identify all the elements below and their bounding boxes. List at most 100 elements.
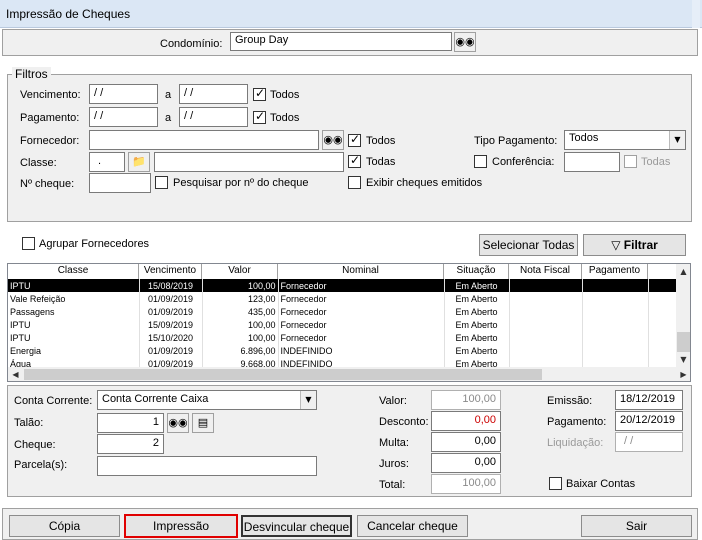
tipo-pagamento-label: Tipo Pagamento:: [474, 135, 558, 147]
col-header-valor[interactable]: Valor: [202, 264, 278, 279]
condominio-input[interactable]: Group Day: [230, 32, 452, 51]
classe-code-input[interactable]: .: [89, 152, 125, 172]
desvincular-cheque-button[interactable]: Desvincular cheque: [241, 515, 352, 537]
col-header-pagamento[interactable]: Pagamento: [582, 264, 648, 279]
action-bar: Cópia Impressão Desvincular cheque Cance…: [2, 508, 698, 540]
vencimento-label: Vencimento:: [20, 89, 81, 101]
grid-horizontal-scrollbar[interactable]: ◀ ▶: [8, 367, 690, 381]
talao-input[interactable]: 1: [97, 413, 164, 433]
scroll-down-icon[interactable]: ▼: [676, 352, 690, 367]
table-row[interactable]: Passagens 01/09/2019 435,00 Fornecedor Em Ab…: [8, 305, 676, 318]
sair-button[interactable]: Sair: [581, 515, 692, 537]
pagamento-from-input[interactable]: / /: [89, 107, 158, 127]
classe-name-input[interactable]: [154, 152, 344, 172]
table-row[interactable]: Água 01/09/2019 9.668,00 INDEFINIDO Em Abert…: [8, 357, 676, 367]
pagamento-todos-checkbox[interactable]: [253, 109, 266, 124]
classe-todas-checkbox[interactable]: [348, 153, 361, 168]
cheques-grid[interactable]: Classe Vencimento Valor Nominal Situação…: [7, 263, 691, 382]
table-row[interactable]: IPTU 15/10/2020 100,00 Fornecedor Em Aberto: [8, 331, 676, 344]
scroll-left-icon[interactable]: ◀: [8, 367, 23, 381]
col-header-nominal[interactable]: Nominal: [278, 264, 444, 279]
agrupar-fornecedores-label: Agrupar Fornecedores: [39, 238, 150, 250]
parcelas-label: Parcela(s):: [14, 459, 68, 471]
conferencia-checkbox[interactable]: [474, 155, 487, 168]
chevron-down-icon[interactable]: ▼: [669, 131, 685, 149]
numero-cheque-input[interactable]: [89, 173, 151, 193]
grid-vertical-scrollbar[interactable]: ▲ ▼: [676, 264, 690, 367]
selecionar-todas-button[interactable]: Selecionar Todas: [479, 234, 578, 256]
conferencia-todas-checkbox[interactable]: [624, 155, 637, 168]
col-header-vencimento[interactable]: Vencimento: [139, 264, 202, 279]
talao-details-icon[interactable]: ▤: [192, 413, 214, 433]
juros-input[interactable]: 0,00: [431, 453, 501, 473]
col-header-classe[interactable]: Classe: [8, 264, 139, 279]
table-cell: [582, 331, 649, 344]
folder-icon[interactable]: 📁: [128, 152, 150, 172]
title-bar: Impressão de Cheques: [0, 0, 702, 28]
tipo-pagamento-value: Todos: [569, 132, 599, 144]
table-cell: Vale Refeição: [8, 292, 140, 305]
exibir-emitidos-checkbox[interactable]: [348, 176, 361, 189]
table-row[interactable]: Vale Refeição 01/09/2019 123,00 Fornecedor E…: [8, 292, 676, 305]
condominio-panel: Condomínio: Group Day ◉◉: [2, 29, 698, 56]
col-header-nota-fiscal[interactable]: Nota Fiscal: [509, 264, 582, 279]
fornecedor-label: Fornecedor:: [20, 135, 80, 147]
conferencia-input[interactable]: [564, 152, 620, 172]
pagamento-date-label: Pagamento:: [547, 416, 607, 428]
valor-label: Valor:: [379, 395, 407, 407]
pesquisar-cheque-checkbox[interactable]: [155, 176, 168, 189]
table-cell: 100,00: [202, 331, 279, 344]
table-cell: 435,00: [202, 305, 279, 318]
filtrar-label: Filtrar: [623, 238, 658, 252]
vencimento-to-input[interactable]: / /: [179, 84, 248, 104]
copia-button[interactable]: Cópia: [9, 515, 120, 537]
table-cell: IPTU: [8, 318, 140, 331]
vencimento-from-input[interactable]: / /: [89, 84, 158, 104]
scroll-right-icon[interactable]: ▶: [676, 367, 690, 381]
table-row[interactable]: IPTU 15/09/2019 100,00 Fornecedor Em Aberto: [8, 318, 676, 331]
multa-input[interactable]: 0,00: [431, 432, 501, 452]
cheque-details-panel: Conta Corrente: Conta Corrente Caixa ▼ T…: [7, 385, 692, 497]
fornecedor-todos-checkbox[interactable]: [348, 132, 361, 147]
impressao-button[interactable]: Impressão: [124, 514, 238, 538]
tipo-pagamento-select[interactable]: Todos ▼: [564, 130, 686, 150]
table-cell: [582, 279, 649, 292]
juros-label: Juros:: [379, 458, 409, 470]
table-row[interactable]: IPTU 15/08/2019 100,00 Fornecedor Em Aberto: [8, 279, 676, 292]
chevron-down-icon[interactable]: ▼: [300, 391, 316, 409]
pagamento-to-input[interactable]: / /: [179, 107, 248, 127]
cancelar-cheque-button[interactable]: Cancelar cheque: [357, 515, 468, 537]
table-cell: [582, 318, 649, 331]
pagamento-todos-label: Todos: [270, 112, 300, 124]
table-cell: [509, 331, 583, 344]
talao-label: Talão:: [14, 417, 44, 429]
vencimento-todos-checkbox[interactable]: [253, 86, 266, 101]
baixar-contas-checkbox[interactable]: [549, 477, 562, 490]
filtrar-button[interactable]: ▽ Filtrar: [583, 234, 686, 256]
fornecedor-input[interactable]: [89, 130, 319, 150]
col-header-situacao[interactable]: Situação: [444, 264, 509, 279]
grid-table: IPTU 15/08/2019 100,00 Fornecedor Em Aberto V…: [8, 279, 676, 367]
table-cell: [509, 279, 583, 292]
table-cell: Em Aberto: [444, 305, 510, 318]
fornecedor-search-icon[interactable]: ◉◉: [322, 130, 344, 150]
grid-horizontal-thumb[interactable]: [24, 369, 542, 380]
numero-cheque-label: Nº cheque:: [20, 178, 75, 190]
table-row[interactable]: Energia 01/09/2019 6.896,00 INDEFINIDO Em Ab…: [8, 344, 676, 357]
col-header-filler: [648, 264, 676, 279]
scroll-up-icon[interactable]: ▲: [676, 264, 690, 279]
grid-vertical-thumb[interactable]: [677, 332, 690, 352]
talao-search-icon[interactable]: ◉◉: [167, 413, 189, 433]
table-cell: [509, 344, 583, 357]
conta-corrente-select[interactable]: Conta Corrente Caixa ▼: [97, 390, 317, 410]
parcelas-input[interactable]: [97, 456, 317, 476]
agrupar-fornecedores-checkbox[interactable]: [22, 237, 35, 250]
pagamento-date-input[interactable]: 20/12/2019: [615, 411, 683, 431]
emissao-input[interactable]: 18/12/2019: [615, 390, 683, 410]
table-cell: 01/09/2019: [139, 357, 203, 367]
table-cell: IPTU: [8, 279, 140, 292]
binoculars-icon[interactable]: ◉◉: [454, 32, 476, 52]
desconto-input[interactable]: 0,00: [431, 411, 501, 431]
cheque-input[interactable]: 2: [97, 434, 164, 454]
total-input: 100,00: [431, 474, 501, 494]
